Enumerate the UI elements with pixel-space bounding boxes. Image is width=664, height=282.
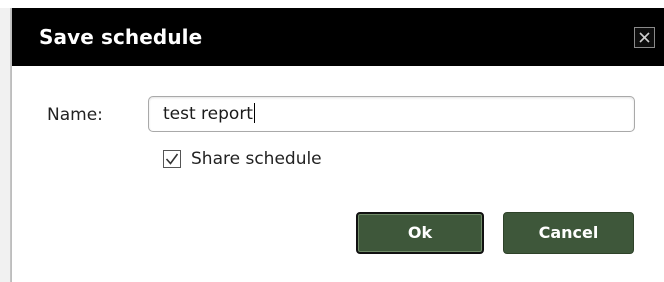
share-schedule-label: Share schedule — [191, 149, 322, 169]
share-schedule-checkbox[interactable] — [163, 150, 181, 168]
name-input-value: test report — [163, 103, 255, 125]
dialog-title: Save schedule — [39, 25, 203, 49]
name-input-text: test report — [163, 104, 253, 124]
close-x-icon — [639, 32, 650, 43]
cancel-button[interactable]: Cancel — [503, 212, 634, 254]
name-label: Name: — [47, 105, 103, 125]
ok-button[interactable]: Ok — [356, 212, 484, 254]
checkmark-icon — [165, 153, 179, 165]
close-button[interactable] — [634, 27, 655, 48]
screen: Save schedule Name: test report Share sc… — [0, 0, 664, 282]
save-schedule-dialog: Save schedule Name: test report Share sc… — [11, 8, 664, 282]
name-input[interactable]: test report — [148, 96, 635, 132]
background-strip — [0, 0, 664, 8]
background-page-edge — [0, 8, 11, 282]
share-schedule-option[interactable]: Share schedule — [163, 147, 322, 171]
text-caret — [253, 103, 255, 123]
dialog-titlebar: Save schedule — [12, 8, 664, 66]
